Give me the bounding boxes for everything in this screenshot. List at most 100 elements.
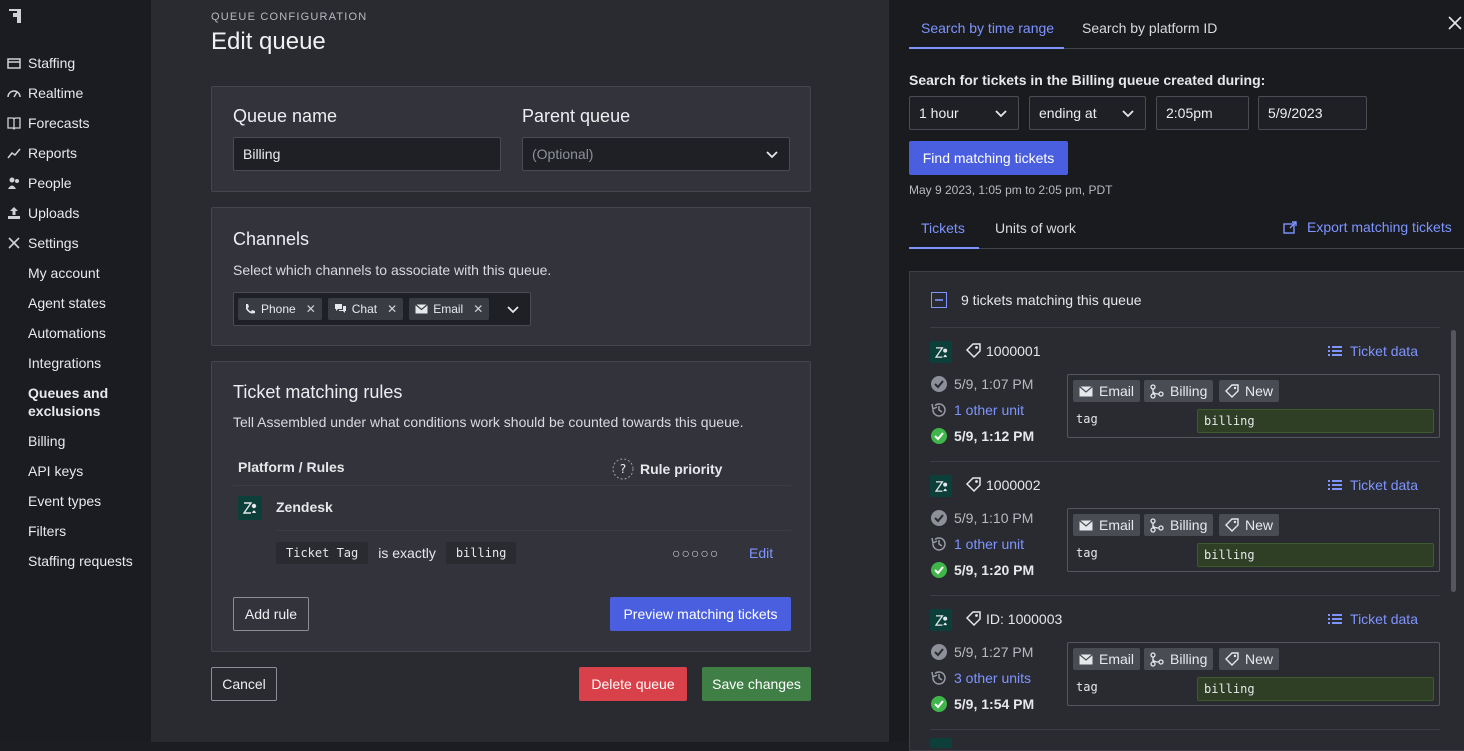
delete-queue-button[interactable]: Delete queue: [579, 667, 687, 701]
remove-chip-icon[interactable]: ✕: [387, 302, 397, 316]
other-units-link[interactable]: 1 other unit: [954, 402, 1024, 418]
nav-uploads[interactable]: Uploads: [6, 202, 79, 224]
settings-item-integrations[interactable]: Integrations: [28, 354, 101, 372]
chip-label: Billing: [1170, 383, 1208, 399]
column-rule-priority: Rule priority: [640, 461, 723, 477]
ticket-channel-chip: Email: [1073, 380, 1141, 402]
ticket-channel-chip: Email: [1073, 514, 1141, 536]
range-mode-select[interactable]: ending at: [1029, 96, 1146, 130]
export-matching-tickets-link[interactable]: Export matching tickets: [1283, 219, 1452, 235]
chip-label: New: [1245, 517, 1274, 533]
chevron-down-icon[interactable]: [506, 302, 520, 316]
date-input[interactable]: 5/9/2023: [1258, 96, 1367, 130]
nav-staffing[interactable]: Staffing: [6, 52, 75, 74]
nav-label: Realtime: [28, 85, 84, 101]
phone-icon: [246, 304, 255, 314]
created-time: 5/9, 1:10 PM: [954, 510, 1034, 526]
cancel-button[interactable]: Cancel: [211, 667, 277, 701]
time-input[interactable]: 2:05pm: [1156, 96, 1249, 130]
zendesk-logo-icon: [930, 738, 952, 748]
chevron-down-icon: [1122, 110, 1134, 118]
settings-item-api-keys[interactable]: API keys: [28, 462, 83, 480]
preview-matching-tickets-button[interactable]: Preview matching tickets: [610, 597, 791, 631]
remove-chip-icon[interactable]: ✕: [306, 302, 316, 316]
active-tab-indicator: [909, 47, 1064, 49]
page-eyebrow: QUEUE CONFIGURATION: [211, 11, 368, 23]
channel-chip-chat: Chat ✕: [327, 298, 404, 320]
created-time: 5/9, 1:07 PM: [954, 376, 1034, 392]
resolved-time: 5/9, 1:54 PM: [954, 696, 1035, 712]
other-units-link[interactable]: 1 other unit: [954, 536, 1024, 552]
settings-item-my-account[interactable]: My account: [28, 264, 100, 282]
tag-icon: [1225, 518, 1239, 532]
ticket-data-link[interactable]: Ticket data: [1328, 477, 1418, 493]
nav-forecasts[interactable]: Forecasts: [6, 112, 89, 134]
nav-label: Settings: [28, 235, 79, 251]
resolved-row: 5/9, 1:12 PM: [930, 427, 1034, 445]
range-mode-value: ending at: [1039, 105, 1097, 121]
queue-name-label: Queue name: [233, 106, 338, 126]
ticket-card: ID: 1000003 Ticket data 5/9, 1:27 PM 3 o…: [930, 596, 1440, 730]
chip-label: Billing: [1170, 517, 1208, 533]
ticket-data-link[interactable]: Ticket data: [1328, 611, 1418, 627]
rule-operator: is exactly: [378, 545, 436, 561]
settings-item-filters[interactable]: Filters: [28, 522, 66, 540]
queue-name-input[interactable]: Billing: [233, 137, 501, 171]
settings-item-queues-and-exclusions[interactable]: Queues and exclusions: [28, 384, 138, 420]
duration-select[interactable]: 1 hour: [909, 96, 1019, 130]
remove-chip-icon[interactable]: ✕: [473, 302, 483, 316]
chip-label: Chat: [351, 302, 378, 316]
channel-chip-phone: Phone ✕: [238, 298, 322, 320]
channel-chip-email: Email ✕: [409, 298, 490, 320]
edit-rule-link[interactable]: Edit: [749, 545, 773, 561]
settings-item-agent-states[interactable]: Agent states: [28, 294, 106, 312]
help-circle-icon[interactable]: ?: [612, 458, 634, 480]
ticket-data-label: Ticket data: [1350, 477, 1418, 493]
channels-multiselect[interactable]: Phone ✕ Chat ✕ Email ✕: [233, 292, 531, 326]
settings-item-event-types[interactable]: Event types: [28, 492, 101, 510]
history-icon: [931, 671, 946, 685]
settings-item-billing[interactable]: Billing: [28, 432, 65, 450]
ticket-data-label: Ticket data: [1350, 611, 1418, 627]
tab-units-of-work[interactable]: Units of work: [995, 220, 1076, 236]
ticket-icon: [965, 343, 981, 359]
tab-tickets[interactable]: Tickets: [921, 220, 965, 236]
check-circle-green-icon: [931, 562, 947, 578]
ticket-data-link[interactable]: Ticket data: [1328, 343, 1418, 359]
chip-label: Phone: [261, 302, 296, 316]
rule-value: billing: [445, 542, 517, 564]
other-units-link[interactable]: 3 other units: [954, 670, 1031, 686]
nav-settings[interactable]: Settings: [6, 232, 79, 254]
branch-icon: [1150, 517, 1164, 533]
nav-people[interactable]: People: [6, 172, 72, 194]
ticket-card: 1000002 Ticket data 5/9, 1:10 PM 1 other…: [930, 462, 1440, 596]
history-icon: [931, 537, 946, 551]
nav-realtime[interactable]: Realtime: [6, 82, 83, 104]
rule-priority-dots[interactable]: ○○○○○: [672, 545, 719, 561]
results-scrollbar[interactable]: [1451, 330, 1456, 592]
nav-label: Reports: [28, 145, 78, 161]
settings-item-staffing-requests[interactable]: Staffing requests: [28, 552, 133, 570]
check-circle-green-icon: [931, 428, 947, 444]
ticket-queue-chip: Billing: [1144, 648, 1214, 670]
column-platform-rules: Platform / Rules: [238, 459, 345, 475]
parent-queue-placeholder: (Optional): [532, 146, 594, 162]
find-matching-tickets-button[interactable]: Find matching tickets: [909, 141, 1068, 175]
save-changes-button[interactable]: Save changes: [702, 667, 811, 701]
parent-queue-select[interactable]: (Optional): [522, 137, 790, 171]
close-icon[interactable]: [1448, 16, 1462, 30]
tab-search-by-time-range[interactable]: Search by time range: [921, 20, 1054, 36]
settings-item-automations[interactable]: Automations: [28, 324, 106, 342]
tab-search-by-platform-id[interactable]: Search by platform ID: [1082, 20, 1217, 36]
assembled-logo-icon[interactable]: [6, 6, 26, 26]
nav-reports[interactable]: Reports: [6, 142, 77, 164]
add-rule-button[interactable]: Add rule: [233, 597, 309, 631]
email-icon: [1079, 385, 1093, 396]
collapse-all-checkbox-icon[interactable]: [931, 292, 947, 308]
units-row: 1 other unit: [930, 535, 1024, 553]
channels-help: Select which channels to associate with …: [233, 262, 552, 278]
chip-label: Email: [1099, 383, 1135, 399]
units-row: 3 other units: [930, 669, 1031, 687]
tag-value: billing: [1197, 409, 1434, 433]
history-icon: [931, 403, 946, 417]
